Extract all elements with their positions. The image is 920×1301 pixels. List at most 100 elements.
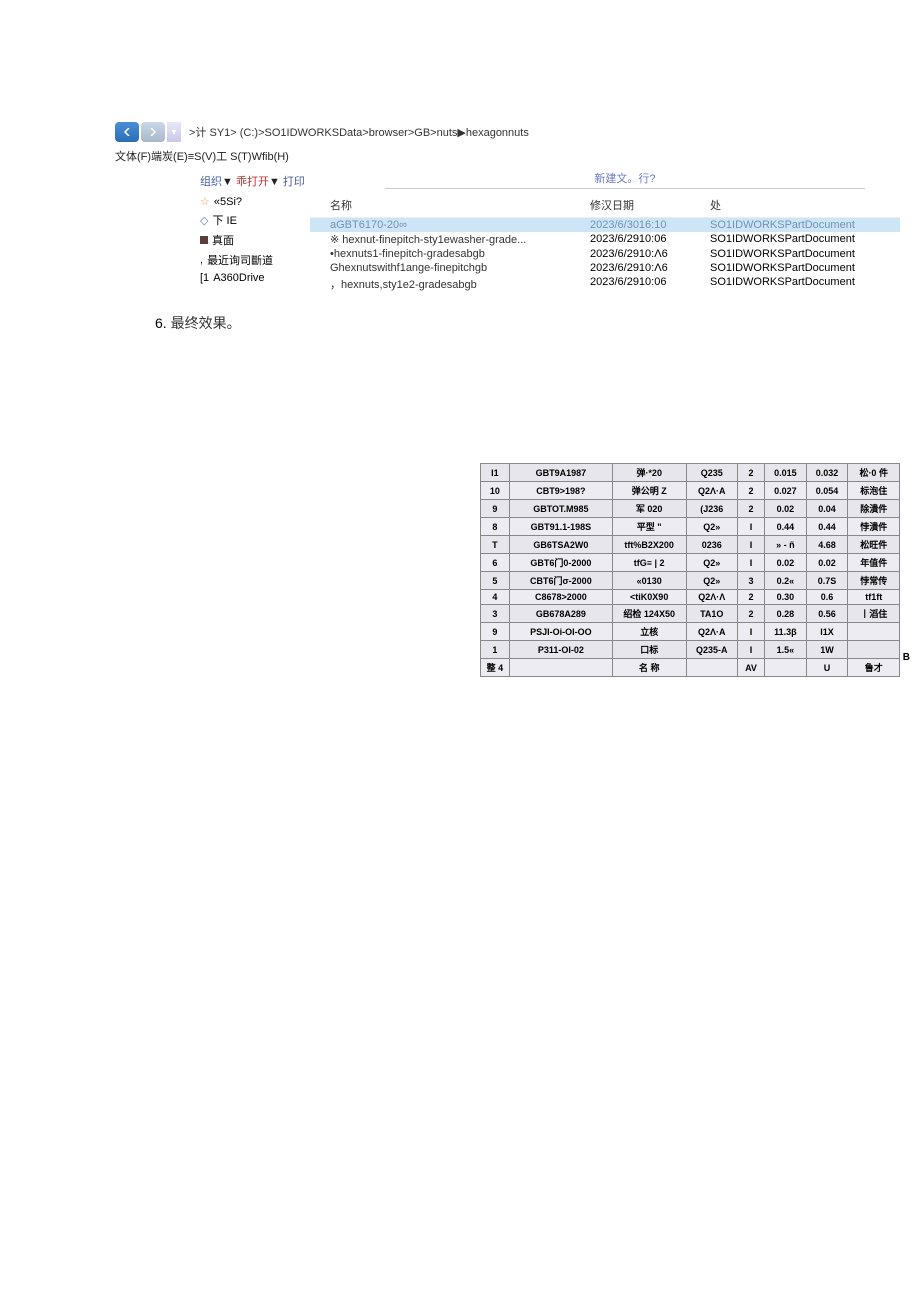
- sidebar-item-recent[interactable]: ,最近询司斷道: [200, 250, 310, 270]
- bom-cell: TA1O: [686, 605, 738, 623]
- bom-cell: <tiK0X90: [612, 590, 686, 605]
- bom-cell: 除潰件: [848, 500, 900, 518]
- bom-cell: GBT6门0-2000: [509, 554, 612, 572]
- file-type: SO1IDWORKSPartDocument: [710, 262, 900, 274]
- download-icon: ◇: [200, 214, 208, 227]
- bom-cell: 0.015: [765, 464, 807, 482]
- bom-row: 6GBT6门0-2000tfG≡ | 2Q2»I0.020.02年值件: [481, 554, 900, 572]
- bom-footer-cell: [509, 659, 612, 677]
- bom-cell: CBT9>198?: [509, 482, 612, 500]
- file-date: 2023/6/3016:10: [590, 219, 710, 231]
- toolbar: 组织▼ 乖打开▼ 打印 新建文。行?: [115, 170, 900, 189]
- file-name: ※ hexnut-finepitch-sty1ewasher-grade...: [310, 233, 590, 246]
- bom-cell: Q235-A: [686, 641, 738, 659]
- bom-cell: 6: [481, 554, 510, 572]
- bom-cell: [848, 641, 900, 659]
- bom-cell: 0236: [686, 536, 738, 554]
- file-type: SO1IDWORKSPartDocument: [710, 219, 900, 231]
- bom-cell: 2: [738, 500, 765, 518]
- bom-cell: 0.44: [765, 518, 807, 536]
- bom-cell: 弹·*20: [612, 464, 686, 482]
- arrow-left-icon: [123, 128, 131, 136]
- bom-cell: 丨滔住: [848, 605, 900, 623]
- bom-cell: 0.2«: [765, 572, 807, 590]
- nav-buttons: ▾: [115, 122, 181, 142]
- bom-footer-cell: 名 称: [612, 659, 686, 677]
- bom-cell: 4.68: [806, 536, 848, 554]
- bom-cell: 3: [738, 572, 765, 590]
- bom-row: 3GB678A289绍检 124X50TA1O20.280.56丨滔住: [481, 605, 900, 623]
- bom-cell: I: [738, 518, 765, 536]
- bom-cell: 标泡住: [848, 482, 900, 500]
- bom-footer-cell: [686, 659, 738, 677]
- file-row[interactable]: ，hexnuts,sty1e2-gradesabgb2023/6/2910:06…: [310, 275, 900, 293]
- bom-cell: P311-OI-02: [509, 641, 612, 659]
- bom-cell: 5: [481, 572, 510, 590]
- sidebar-item-a360[interactable]: [1A360Drive: [200, 270, 310, 286]
- file-row[interactable]: ※ hexnut-finepitch-sty1ewasher-grade...2…: [310, 232, 900, 247]
- new-file-label: 新建文。行?: [385, 170, 865, 189]
- column-headers[interactable]: 名称 修汉日期 处: [310, 193, 900, 218]
- print-button[interactable]: 打印: [283, 176, 305, 188]
- bom-footer-cell: [765, 659, 807, 677]
- col-name[interactable]: 名称: [310, 197, 590, 213]
- sidebar-item-fav[interactable]: ☆«5Si?: [200, 193, 310, 210]
- dropdown-button[interactable]: ▾: [167, 122, 181, 142]
- file-type: SO1IDWORKSPartDocument: [710, 248, 900, 260]
- bom-cell: 8: [481, 518, 510, 536]
- bom-footer-cell: AV: [738, 659, 765, 677]
- bom-cell: Q2»: [686, 554, 738, 572]
- bom-cell: (J236: [686, 500, 738, 518]
- file-row[interactable]: Ghexnutswithf1ange-finepitchgb2023/6/291…: [310, 261, 900, 275]
- menu-bar[interactable]: 文体(F)端炭(E)≡S(V)工 S(T)Wfib(H): [115, 148, 900, 164]
- bom-footer-cell: 鲁才: [848, 659, 900, 677]
- file-name: ，hexnuts,sty1e2-gradesabgb: [310, 276, 590, 292]
- step-note: 6. 最终效果。: [155, 313, 920, 333]
- bom-cell: 0.56: [806, 605, 848, 623]
- bom-cell: GBT91.1-198S: [509, 518, 612, 536]
- bom-row: 9GBTOT.M985军 020(J23620.020.04除潰件: [481, 500, 900, 518]
- arrow-right-icon: [149, 128, 157, 136]
- desktop-icon: [200, 236, 208, 244]
- sidebar-item-download[interactable]: ◇下 IE: [200, 210, 310, 230]
- file-row[interactable]: •hexnuts1-finepitch-gradesabgb2023/6/291…: [310, 247, 900, 261]
- bom-row: 9PSJI-Oi-OI-OO立核Q2Λ·AI11.3βI1X: [481, 623, 900, 641]
- bom-cell: «0130: [612, 572, 686, 590]
- bom-cell: 1W: [806, 641, 848, 659]
- step-number: 6.: [155, 315, 167, 331]
- col-date[interactable]: 修汉日期: [590, 197, 710, 213]
- bom-cell: Q2»: [686, 518, 738, 536]
- breadcrumb[interactable]: >计 SY1> (C:)>SO1IDWORKSData>browser>GB>n…: [189, 124, 529, 140]
- bom-cell: 0.032: [806, 464, 848, 482]
- bom-cell: 口标: [612, 641, 686, 659]
- bom-cell: 2: [738, 464, 765, 482]
- forward-button[interactable]: [141, 122, 165, 142]
- side-label: B: [903, 652, 910, 663]
- bom-cell: [848, 623, 900, 641]
- bom-footer-cell: U: [806, 659, 848, 677]
- bom-footer-cell: 整 4: [481, 659, 510, 677]
- bom-cell: 4: [481, 590, 510, 605]
- bom-cell: tfG≡ | 2: [612, 554, 686, 572]
- organize-button[interactable]: 组织: [200, 176, 222, 188]
- open-button[interactable]: 乖打开: [236, 176, 269, 188]
- file-row[interactable]: aGBT6170-20∞2023/6/3016:10SO1IDWORKSPart…: [310, 218, 900, 232]
- bom-row: 10CBT9>198?弹公明 ZQ2Λ·A20.0270.054标泡住: [481, 482, 900, 500]
- bom-cell: 松旺件: [848, 536, 900, 554]
- drive-icon: [1: [200, 272, 209, 284]
- bom-cell: 0.28: [765, 605, 807, 623]
- file-date: 2023/6/2910:Λ6: [590, 262, 710, 274]
- file-name: aGBT6170-20∞: [310, 219, 590, 231]
- bom-cell: 0.02: [806, 554, 848, 572]
- bom-cell: Q2Λ·A: [686, 623, 738, 641]
- file-name: Ghexnutswithf1ange-finepitchgb: [310, 262, 590, 274]
- bom-cell: 平型 ": [612, 518, 686, 536]
- bom-cell: 9: [481, 623, 510, 641]
- bom-cell: 0.44: [806, 518, 848, 536]
- back-button[interactable]: [115, 122, 139, 142]
- bom-cell: I1X: [806, 623, 848, 641]
- bom-cell: I: [738, 554, 765, 572]
- col-type[interactable]: 处: [710, 197, 900, 213]
- bom-cell: 悖潰件: [848, 518, 900, 536]
- sidebar-item-desktop[interactable]: 真面: [200, 230, 310, 250]
